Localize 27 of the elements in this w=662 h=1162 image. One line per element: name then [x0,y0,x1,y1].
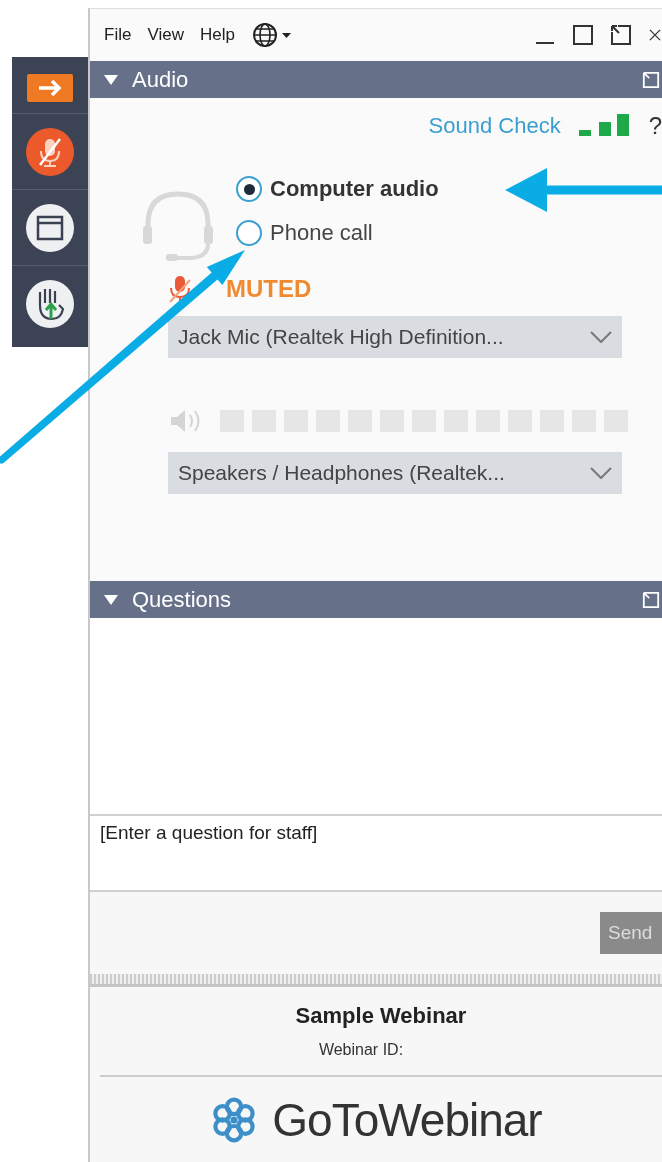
menu-item[interactable]: Help [199,25,235,45]
muted-microphone-icon[interactable] [25,126,75,177]
speaker-dropdown[interactable]: Speakers / Headphones (Realtek... [168,452,622,494]
mute-status: MUTED [226,275,312,303]
maximize-icon[interactable] [572,24,594,46]
chevron-icon [590,331,612,343]
panel-header[interactable]: Questions [90,581,662,618]
collapse-triangle-icon [104,74,118,85]
help-button[interactable]: ? [648,112,662,140]
webinar-title: Sample Webinar [295,1003,467,1029]
collapse-triangle-icon [104,594,118,605]
menu-item[interactable]: File [104,25,132,45]
panel-header[interactable]: Audio [90,61,662,98]
radio-option[interactable]: Computer audio [236,176,439,202]
radio-option[interactable]: Phone call [236,220,439,246]
window-icon[interactable] [25,202,75,253]
popout-icon[interactable] [610,24,632,46]
raise-hand-icon[interactable] [25,278,75,329]
logo-wordmark: GoToWebinar [272,1093,542,1147]
microphone-dropdown[interactable]: Jack Mic (Realtek High Definition... [168,316,622,358]
panel-title: Questions [132,586,233,613]
menu-item[interactable]: View [147,25,184,45]
signal-bars-icon [578,114,631,138]
webinar-id-label: Webinar ID: [318,1041,404,1059]
panel-title: Audio [132,66,190,93]
chevron-icon [590,467,612,479]
question-field[interactable]: [Enter a question for staff] [90,814,662,892]
